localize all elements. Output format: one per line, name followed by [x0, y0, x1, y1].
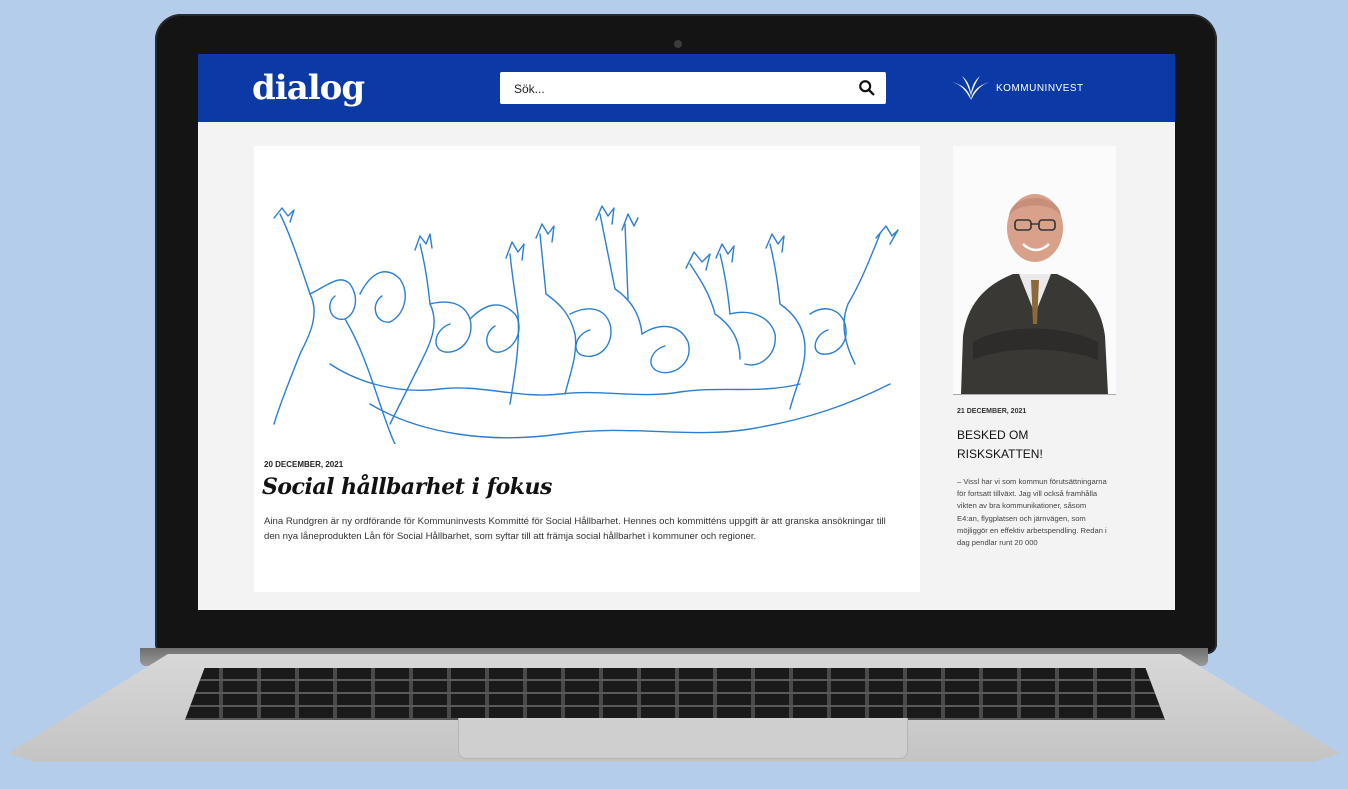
crowd-line-illustration — [273, 205, 899, 444]
trackpad — [458, 718, 908, 759]
webcam — [674, 40, 682, 48]
search-icon[interactable] — [858, 79, 876, 97]
side-article-excerpt: – Vissl har vi som kommun förutsättninga… — [957, 477, 1107, 548]
article-excerpt: Aina Rundgren är ny ordförande för Kommu… — [264, 516, 886, 542]
side-article-title[interactable]: BESKED OM RISKSKATTEN! — [957, 426, 1107, 464]
keyboard-rows — [185, 668, 1165, 720]
brand-name: KOMMUNINVEST — [996, 82, 1084, 94]
article-date: 20 DECEMBER, 2021 — [264, 460, 344, 469]
browser-screen: dialog KOMMUNINVEST — [198, 54, 1175, 610]
side-article-date: 21 DECEMBER, 2021 — [957, 408, 1027, 415]
side-article[interactable]: 21 DECEMBER, 2021 BESKED OM RISKSKATTEN!… — [953, 146, 1118, 610]
search-box[interactable] — [500, 72, 886, 104]
search-input[interactable] — [512, 78, 846, 100]
brand-logo[interactable]: KOMMUNINVEST — [950, 74, 1084, 102]
site-header: dialog KOMMUNINVEST — [198, 54, 1175, 122]
article-title[interactable]: Social hållbarhet i fokus — [262, 474, 552, 500]
kommuninvest-logo-icon — [952, 76, 990, 100]
featured-article[interactable]: 20 DECEMBER, 2021 Social hållbarhet i fo… — [254, 146, 920, 592]
site-logo[interactable]: dialog — [252, 68, 365, 108]
portrait-photo — [953, 146, 1116, 395]
